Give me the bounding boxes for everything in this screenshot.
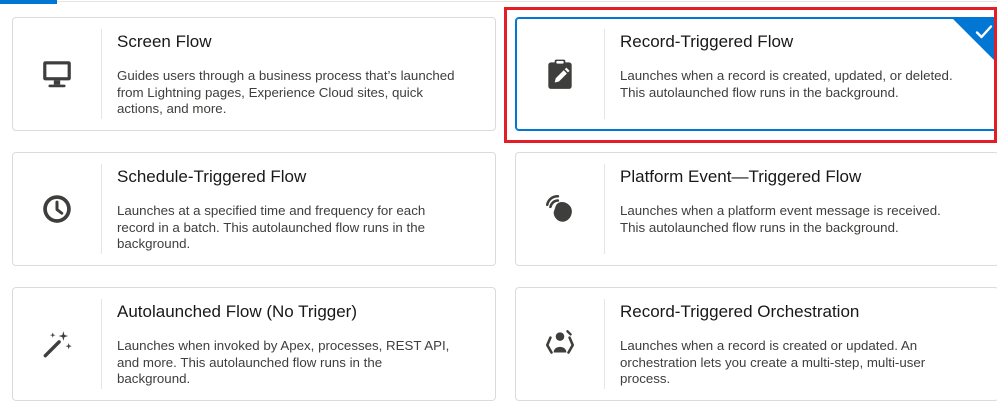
clipboard-pencil-icon [548, 59, 572, 89]
card-icon-area [13, 153, 101, 265]
flow-type-card-record-triggered-flow[interactable]: Record-Triggered Flow Launches when a re… [515, 17, 997, 131]
card-divider [604, 29, 605, 119]
card-divider [101, 164, 102, 254]
flow-type-card-autolaunched-flow[interactable]: Autolaunched Flow (No Trigger) Launches … [12, 287, 496, 401]
card-title: Screen Flow [117, 32, 212, 51]
orchestration-icon [545, 330, 575, 354]
card-icon-area [516, 288, 604, 400]
card-description: Launches when a record is created or upd… [620, 338, 926, 386]
card-divider [604, 164, 605, 254]
card-description: Guides users through a business process … [117, 68, 455, 116]
card-description: Launches when invoked by Apex, processes… [117, 338, 450, 386]
card-description: Launches when a record is created, updat… [620, 68, 953, 100]
flow-type-card-schedule-triggered-flow[interactable]: Schedule-Triggered Flow Launches at a sp… [12, 152, 496, 266]
monitor-icon [43, 61, 71, 88]
card-title: Platform Event—Triggered Flow [620, 167, 862, 186]
card-title: Schedule-Triggered Flow [117, 167, 307, 186]
card-icon-area [13, 288, 101, 400]
active-tab-indicator [0, 0, 57, 4]
magic-wand-icon [43, 331, 72, 358]
card-icon-area [13, 18, 101, 130]
card-title: Autolaunched Flow (No Trigger) [117, 302, 358, 321]
card-title: Record-Triggered Flow [620, 32, 794, 51]
flow-type-card-platform-event-triggered-flow[interactable]: Platform Event—Triggered Flow Launches w… [515, 152, 997, 266]
card-description: Launches when a platform event message i… [620, 203, 941, 235]
card-divider [101, 299, 102, 389]
flow-type-card-screen-flow[interactable]: Screen Flow Guides users through a busin… [12, 17, 496, 131]
flow-type-card-record-triggered-orchestration[interactable]: Record-Triggered Orchestration Launches … [515, 287, 997, 401]
platform-event-icon [545, 194, 572, 222]
card-icon-area [516, 18, 604, 130]
card-description: Launches at a specified time and frequen… [117, 203, 426, 251]
card-divider [604, 299, 605, 389]
checkmark-icon [975, 25, 993, 39]
card-divider [101, 29, 102, 119]
card-title: Record-Triggered Orchestration [620, 302, 860, 321]
tab-bar-divider [57, 1, 997, 2]
card-icon-area [516, 153, 604, 265]
clock-icon [43, 195, 71, 223]
